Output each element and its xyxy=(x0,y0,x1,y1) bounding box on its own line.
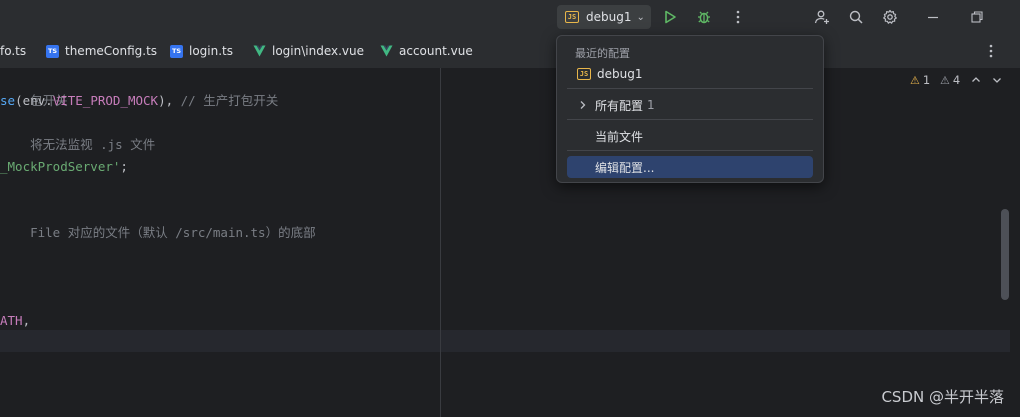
popup-header: 最近的配置 xyxy=(575,47,630,60)
js-file-icon: JS xyxy=(565,11,579,23)
popup-separator xyxy=(567,150,813,151)
current-line-highlight xyxy=(0,330,1010,352)
code-line: 包开关 xyxy=(30,93,68,108)
inspection-warnings-b[interactable]: ⚠ 4 xyxy=(940,72,960,88)
warning-icon: ⚠ xyxy=(910,73,920,87)
all-configs-item[interactable]: 所有配置 1 xyxy=(567,94,813,116)
all-configs-label: 所有配置 xyxy=(595,98,644,113)
tab-label: login\index.vue xyxy=(272,44,365,58)
typescript-file-icon: TS xyxy=(170,44,183,58)
popup-separator xyxy=(567,119,813,120)
chevron-down-icon: ⌄ xyxy=(636,11,645,23)
run-config-selector[interactable]: JS debug1 ⌄ xyxy=(557,5,651,29)
previous-problem-icon[interactable] xyxy=(971,72,981,88)
code-line: 将无法监视 .js 文件 xyxy=(30,137,156,152)
search-icon[interactable] xyxy=(847,8,865,26)
run-icon[interactable] xyxy=(661,8,679,26)
js-file-icon: JS xyxy=(577,68,591,80)
right-margin-guide xyxy=(440,68,441,417)
current-file-label: 当前文件 xyxy=(595,129,644,144)
tab-themeconfig-ts[interactable]: TS themeConfig.ts xyxy=(46,34,157,68)
weak-warning-icon: ⚠ xyxy=(940,73,950,87)
tab-label: themeConfig.ts xyxy=(65,44,158,58)
code-line: ATH, xyxy=(0,313,31,328)
current-file-item[interactable]: 当前文件 xyxy=(567,125,813,147)
typescript-file-icon: TS xyxy=(46,44,59,58)
tab-account-vue[interactable]: account.vue xyxy=(380,34,473,68)
tab-label: account.vue xyxy=(399,44,473,58)
tab-label: login.ts xyxy=(189,44,234,58)
vue-file-icon xyxy=(380,45,393,57)
code-line: File 对应的文件（默认 /src/main.ts）的底部 xyxy=(30,225,316,240)
all-configs-count: 1 xyxy=(647,98,655,112)
debug-icon[interactable] xyxy=(695,8,713,26)
settings-gear-icon[interactable] xyxy=(881,8,899,26)
chevron-right-icon xyxy=(579,100,589,110)
code-editor[interactable]: 包开关 se(env.VITE_PROD_MOCK), // 生产打包开关 将无… xyxy=(0,68,1020,417)
recent-config-item-debug1[interactable]: JS debug1 xyxy=(567,63,813,85)
run-config-name: debug1 xyxy=(586,10,632,24)
tab-login-ts[interactable]: TS login.ts xyxy=(170,34,233,68)
next-problem-icon[interactable] xyxy=(992,72,1002,88)
recent-config-label: debug1 xyxy=(597,67,643,81)
tab-fo-ts[interactable]: fo.ts xyxy=(0,34,26,68)
more-vertical-icon[interactable] xyxy=(729,8,747,26)
popup-separator xyxy=(567,88,813,89)
editor-tab-bar: fo.ts TS themeConfig.ts TS login.ts logi… xyxy=(0,34,1020,69)
watermark: CSDN @半开半落 xyxy=(881,388,1004,406)
restore-icon[interactable] xyxy=(968,8,986,26)
vue-file-icon xyxy=(253,45,266,57)
run-config-popup: 最近的配置 JS debug1 所有配置 1 当前文件 编辑配置... xyxy=(556,35,824,183)
minimize-icon[interactable] xyxy=(924,8,942,26)
tab-login-index-vue[interactable]: login\index.vue xyxy=(253,34,364,68)
add-user-icon[interactable] xyxy=(813,8,831,26)
tab-label: fo.ts xyxy=(0,44,27,58)
vertical-scrollbar-thumb[interactable] xyxy=(1001,209,1009,300)
inspection-warnings-a[interactable]: ⚠ 1 xyxy=(910,72,930,88)
edit-configurations-label: 编辑配置... xyxy=(595,160,655,175)
tab-more-vertical-icon[interactable] xyxy=(982,42,1000,60)
title-bar: JS debug1 ⌄ xyxy=(0,0,1020,34)
edit-configurations-item[interactable]: 编辑配置... xyxy=(567,156,813,178)
code-line: se(env.VITE_PROD_MOCK), // 生产打包开关 xyxy=(0,93,279,108)
code-line: _MockProdServer'; xyxy=(0,159,128,174)
